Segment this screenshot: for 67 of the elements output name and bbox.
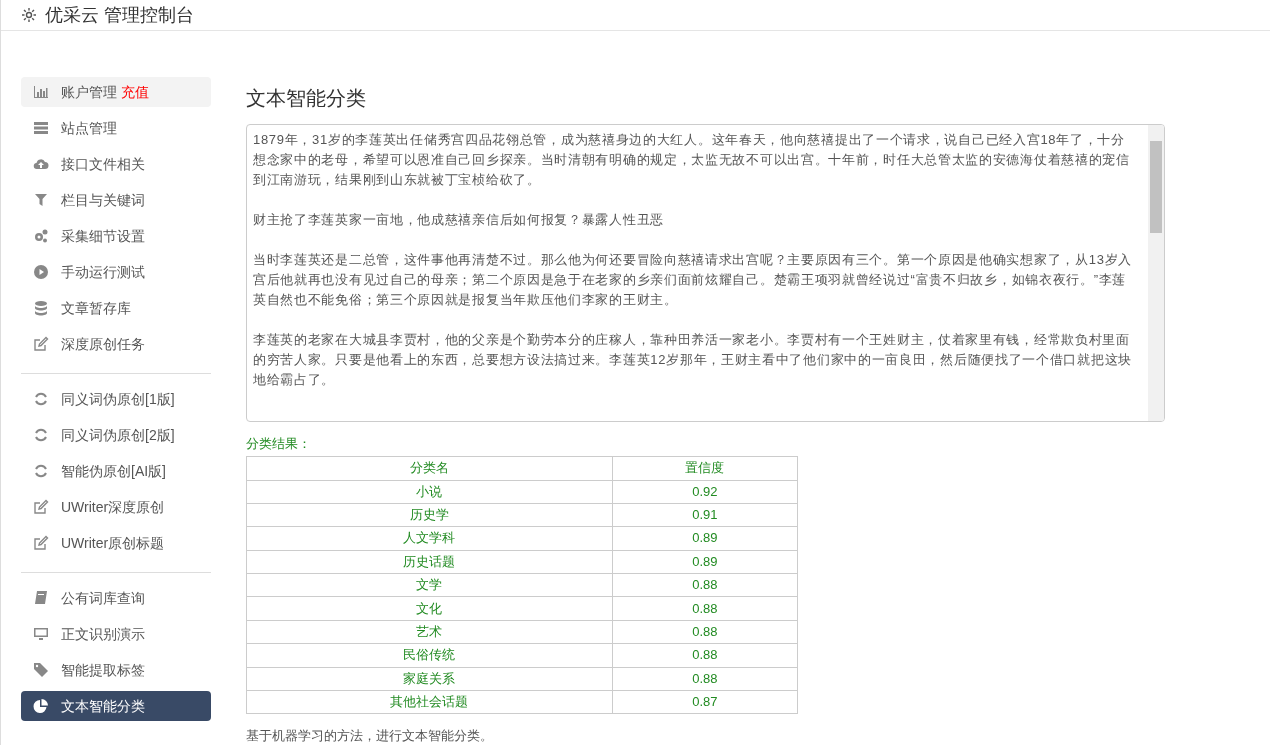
footnote: 基于机器学习的方法，进行文本智能分类。	[246, 727, 494, 745]
book-icon	[33, 590, 49, 606]
sidebar-item[interactable]: 正文识别演示	[21, 619, 211, 649]
database-icon	[33, 300, 49, 316]
text-paragraph: 财主抢了李莲英家一亩地，他成慈禧亲信后如何报复？暴露人性丑恶	[253, 211, 665, 229]
sidebar-item[interactable]: 采集细节设置	[21, 221, 211, 251]
result-label: 分类结果：	[246, 435, 312, 453]
table-cell: 历史话题	[246, 550, 613, 574]
text-paragraph: 当时李莲英还是二总管，这件事他再清楚不过。那么他为何还要冒险向慈禧请求出宫呢？主要原因有三个。第一个原因是他确实想家了，从13岁入宫后他就再也没有见过自己的母亲；第二个原因是急于在老家的乡亲们面前炫耀自己。楚霸王项羽就曾经说过“富贵不归故乡，如锦衣夜行。”李莲英自然也不能免俗；第三个原因就是报复当年欺压他们李家的王财主。	[253, 251, 1133, 309]
table-cell: 民俗传统	[246, 643, 613, 668]
sidebar-item[interactable]: 智能伪原创[AI版]	[21, 456, 211, 486]
table-cell: 0.88	[612, 667, 798, 691]
bar-chart-icon	[33, 84, 49, 100]
recharge-link[interactable]: 充值	[121, 81, 149, 103]
sidebar-item[interactable]: 站点管理	[21, 113, 211, 143]
table-cell: 人文学科	[246, 526, 613, 551]
scrollbar[interactable]	[1148, 125, 1164, 421]
sidebar-item[interactable]: 同义词伪原创[2版]	[21, 420, 211, 450]
cloud-upload-icon	[33, 156, 49, 172]
sidebar-item[interactable]: 接口文件相关	[21, 149, 211, 179]
table-cell: 0.88	[612, 620, 798, 644]
sidebar-item[interactable]: 手动运行测试	[21, 257, 211, 287]
filter-icon	[33, 192, 49, 208]
edit-icon	[33, 336, 49, 352]
column-header: 置信度	[612, 456, 798, 480]
table-cell: 艺术	[246, 620, 613, 644]
tag-icon	[33, 662, 49, 678]
edit-icon	[33, 499, 49, 515]
monitor-icon	[33, 626, 49, 642]
table-cell: 0.89	[612, 526, 798, 551]
refresh-icon	[33, 427, 49, 443]
table-cell: 文化	[246, 596, 613, 621]
table-cell: 0.88	[612, 643, 798, 668]
table-cell: 家庭关系	[246, 667, 613, 691]
sidebar-item[interactable]: 同义词伪原创[1版]	[21, 384, 211, 414]
refresh-icon	[33, 463, 49, 479]
sidebar-item[interactable]: 文本智能分类	[21, 691, 211, 721]
table-cell: 其他社会话题	[246, 690, 613, 714]
sidebar-item[interactable]: UWriter深度原创	[21, 492, 211, 522]
refresh-icon	[33, 391, 49, 407]
table-cell: 文学	[246, 573, 613, 597]
sidebar-item[interactable]: 智能提取标签	[21, 655, 211, 685]
pie-chart-icon	[33, 698, 49, 714]
settings-icon	[21, 7, 37, 23]
column-header: 分类名	[246, 456, 613, 480]
table-cell: 0.91	[612, 503, 798, 527]
table-cell: 0.88	[612, 573, 798, 597]
table-cell: 历史学	[246, 503, 613, 527]
console-title: 优采云 管理控制台	[45, 3, 194, 27]
server-icon	[33, 120, 49, 136]
table-cell: 0.88	[612, 596, 798, 621]
text-area[interactable]	[246, 124, 1165, 422]
sidebar-item[interactable]: 栏目与关键词	[21, 185, 211, 215]
table-cell: 0.89	[612, 550, 798, 574]
text-paragraph: 1879年，31岁的李莲英出任储秀宫四品花翎总管，成为慈禧身边的大红人。这年春天，他向慈禧提出了一个请求，说自己已经入宫18年了，十分想念家中的老母，希望可以恩准自己回乡探亲。当时清朝有明确的规定，太监无故不可以出宫。十年前，时任大总管太监的安德海仗着慈禧的宠信到江南游玩，结果刚到山东就被丁宝桢给砍了。	[253, 131, 1131, 189]
sidebar-item[interactable]: 公有词库查询	[21, 583, 211, 613]
table-cell: 0.92	[612, 480, 798, 504]
table-cell: 小说	[246, 480, 613, 504]
page-title: 文本智能分类	[246, 86, 367, 111]
sidebar-item[interactable]: 账户管理 充值	[21, 77, 211, 107]
sidebar-item[interactable]: 深度原创任务	[21, 329, 211, 359]
play-icon	[33, 264, 49, 280]
sidebar-item[interactable]: 文章暂存库	[21, 293, 211, 323]
table-cell: 0.87	[612, 690, 798, 714]
sidebar-item[interactable]: UWriter原创标题	[21, 528, 211, 558]
text-paragraph: 李莲英的老家在大城县李贾村，他的父亲是个勤劳本分的庄稼人，靠种田养活一家老小。李贾村有一个王姓财主，仗着家里有钱，经常欺负村里面的穷苦人家。只要是他看上的东西，总要想方设法搞过来。李莲英12岁那年，王财主看中了他们家中的一亩良田，然后随便找了一个借口就把这块地给霸占了。	[253, 331, 1133, 389]
edit-icon	[33, 535, 49, 551]
